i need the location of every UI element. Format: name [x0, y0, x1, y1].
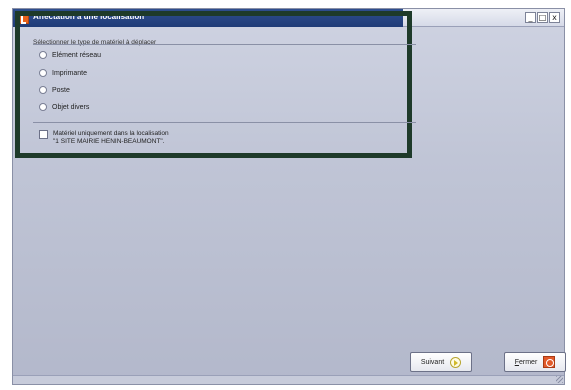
- radio-button[interactable]: [39, 69, 47, 77]
- option-label: Elément réseau: [52, 51, 102, 59]
- resize-grip-icon[interactable]: [556, 376, 563, 383]
- maximize-button[interactable]: □: [537, 12, 548, 23]
- option-element-reseau[interactable]: Elément réseau: [39, 51, 101, 59]
- next-button-label: Suivant: [420, 358, 445, 366]
- checkbox-label-line1: Matériel uniquement dans la localisation: [53, 130, 169, 137]
- option-imprimante[interactable]: Imprimante: [39, 69, 87, 77]
- option-label: Imprimante: [52, 69, 88, 77]
- location-only-checkbox[interactable]: [39, 130, 48, 139]
- option-label: Objet divers: [52, 103, 90, 111]
- minimize-button[interactable]: _: [525, 12, 536, 23]
- close-button[interactable]: Fermer: [504, 352, 566, 372]
- window-controls: _ □ x: [525, 12, 560, 23]
- close-icon: [543, 356, 556, 368]
- option-label: Poste: [52, 86, 70, 94]
- option-poste[interactable]: Poste: [39, 86, 70, 94]
- radio-button[interactable]: [39, 51, 47, 59]
- checkbox-label-line2: "1 SITE MAIRIE HENIN-BEAUMONT".: [53, 138, 165, 145]
- radio-button[interactable]: [39, 103, 47, 111]
- dialog-window: Affectation à une localisation _ □ x Sél…: [12, 8, 566, 385]
- option-objet-divers[interactable]: Objet divers: [39, 103, 89, 111]
- location-only-label: Matériel uniquement dans la localisation…: [53, 130, 169, 146]
- close-button-label: Fermer: [514, 358, 538, 366]
- next-button[interactable]: Suivant: [410, 352, 472, 372]
- arrow-right-icon: [450, 356, 462, 368]
- close-window-button[interactable]: x: [549, 12, 560, 23]
- section-divider: [33, 122, 416, 123]
- group-divider: [33, 44, 416, 45]
- radio-button[interactable]: [39, 86, 47, 94]
- status-bar: [13, 375, 564, 384]
